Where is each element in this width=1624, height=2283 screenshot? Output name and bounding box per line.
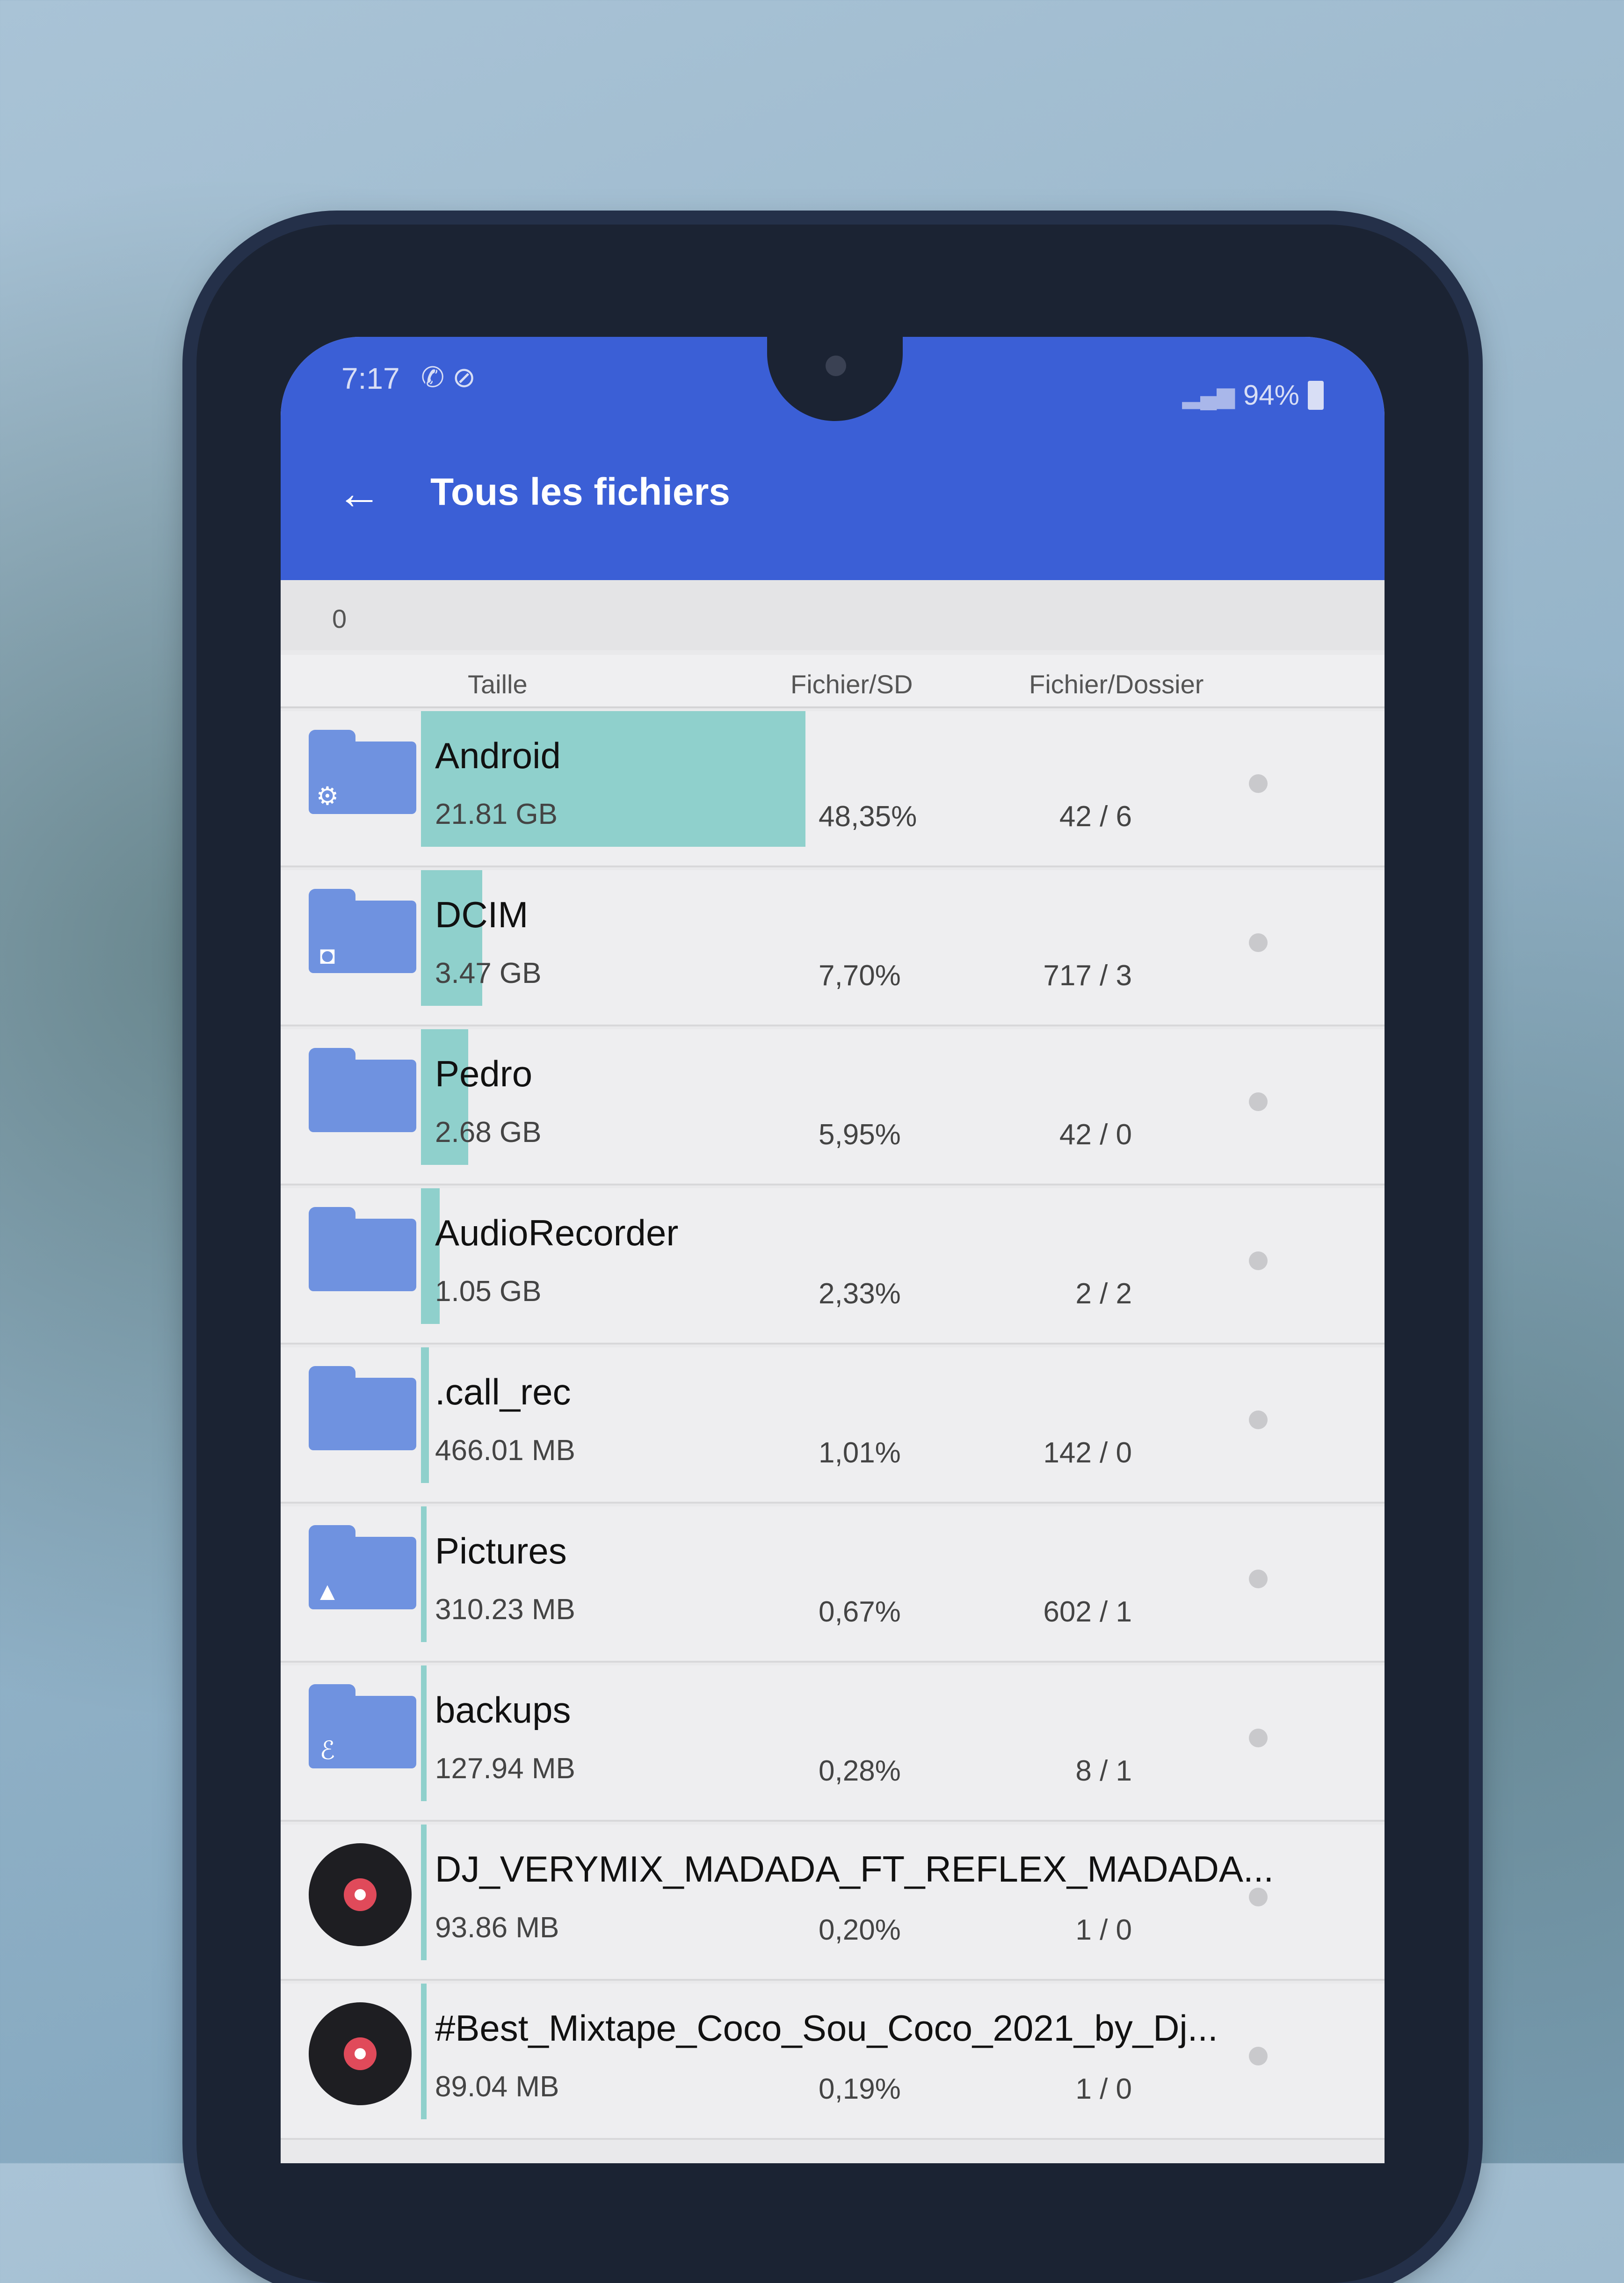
folder-image-icon: ▲ — [309, 1525, 416, 1609]
select-checkbox[interactable] — [1249, 1888, 1268, 1906]
battery-icon — [1308, 380, 1324, 410]
file-name: backups — [435, 1689, 571, 1730]
column-header: Taille Fichier/SD Fichier/Dossier — [281, 655, 1385, 708]
file-row[interactable]: #Best_Mixtape_Coco_Sou_Coco_2021_by_Dj..… — [281, 1984, 1385, 2140]
phone-screen: 7:17 ✆ ⊘ ▂▄▆ 94% ← Tous les fichiers 0 T… — [281, 337, 1385, 2163]
file-name: #Best_Mixtape_Coco_Sou_Coco_2021_by_Dj..… — [435, 2007, 1218, 2049]
battery-percent: 94% — [1243, 379, 1299, 411]
select-checkbox[interactable] — [1249, 1092, 1268, 1111]
file-percent: 1,01% — [819, 1437, 901, 1469]
folder-icon — [309, 1048, 416, 1132]
file-percent: 7,70% — [819, 960, 901, 992]
file-row[interactable]: ◘ DCIM 3.47 GB 7,70% 717 / 3 — [281, 870, 1385, 1026]
status-time: 7:17 — [341, 362, 400, 395]
file-percent: 0,20% — [819, 1914, 901, 1946]
file-count: 142 / 0 — [1043, 1437, 1132, 1469]
file-row[interactable]: ℰbackups 127.94 MB 0,28% 8 / 1 — [281, 1665, 1385, 1822]
usage-bar — [421, 1506, 427, 1642]
file-count: 717 / 3 — [1043, 960, 1132, 992]
usage-bar — [421, 1984, 427, 2119]
file-percent: 0,28% — [819, 1755, 901, 1787]
folder-icon — [309, 1207, 416, 1291]
file-count: 42 / 6 — [1059, 800, 1132, 833]
whatsapp-icon: ✆ — [421, 362, 445, 393]
file-size: 127.94 MB — [435, 1752, 575, 1785]
file-size: 466.01 MB — [435, 1434, 575, 1467]
file-size: 21.81 GB — [435, 798, 558, 830]
back-arrow-icon[interactable]: ← — [337, 468, 382, 519]
file-count: 42 / 0 — [1059, 1119, 1132, 1151]
file-row[interactable]: ▲ Pictures 310.23 MB 0,67% 602 / 1 — [281, 1506, 1385, 1663]
column-size[interactable]: Taille — [468, 669, 528, 699]
file-row[interactable]: DJ_VERYMIX_MADADA_FT_REFLEX_MADADA... 93.… — [281, 1825, 1385, 1981]
file-size: 310.23 MB — [435, 1593, 575, 1626]
usage-bar — [421, 1665, 427, 1801]
select-checkbox[interactable] — [1249, 774, 1268, 793]
file-name: AudioRecorder — [435, 1212, 679, 1253]
folder-settings-icon: ⚙ — [309, 730, 416, 814]
notification-icons: ✆ ⊘ — [421, 361, 476, 394]
breadcrumb[interactable]: 0 — [281, 580, 1385, 650]
file-percent: 0,67% — [819, 1596, 901, 1628]
column-file-sd[interactable]: Fichier/SD — [790, 669, 913, 699]
file-percent: 2,33% — [819, 1278, 901, 1310]
file-count: 8 / 1 — [1075, 1755, 1132, 1787]
file-row[interactable]: Pedro 2.68 GB 5,95% 42 / 0 — [281, 1029, 1385, 1185]
file-size: 2.68 GB — [435, 1116, 542, 1149]
select-checkbox[interactable] — [1249, 1251, 1268, 1270]
select-checkbox[interactable] — [1249, 1729, 1268, 1747]
folder-icon — [309, 1366, 416, 1450]
column-file-folder[interactable]: Fichier/Dossier — [1029, 669, 1204, 699]
file-percent: 48,35% — [819, 800, 917, 833]
file-size: 3.47 GB — [435, 957, 542, 989]
file-row[interactable]: .call_rec 466.01 MB 1,01% 142 / 0 — [281, 1347, 1385, 1504]
usage-bar — [421, 1347, 429, 1483]
file-name: Pictures — [435, 1530, 567, 1571]
folder-es-icon: ℰ — [309, 1684, 416, 1768]
file-count: 602 / 1 — [1043, 1596, 1132, 1628]
select-checkbox[interactable] — [1249, 933, 1268, 952]
file-count: 2 / 2 — [1075, 1278, 1132, 1310]
file-name: DJ_VERYMIX_MADADA_FT_REFLEX_MADADA... — [435, 1848, 1274, 1890]
file-count: 1 / 0 — [1075, 2073, 1132, 2105]
file-row[interactable]: ⚙ Android 21.81 GB 48,35% 42 / 6 — [281, 711, 1385, 867]
file-size: 93.86 MB — [435, 1912, 559, 1944]
file-percent: 0,19% — [819, 2073, 901, 2105]
file-percent: 5,95% — [819, 1119, 901, 1151]
music-disc-icon — [309, 1843, 412, 1946]
file-name: Android — [435, 735, 561, 776]
select-checkbox[interactable] — [1249, 1411, 1268, 1429]
file-size: 89.04 MB — [435, 2071, 559, 2103]
status-right: ▂▄▆ 94% — [1182, 379, 1324, 411]
no-sim-icon: ⊘ — [452, 362, 476, 393]
select-checkbox[interactable] — [1249, 2047, 1268, 2065]
signal-icon: ▂▄▆ — [1182, 382, 1235, 408]
music-disc-icon — [309, 2002, 412, 2105]
front-camera — [826, 356, 846, 376]
breadcrumb-item[interactable]: 0 — [332, 603, 347, 634]
file-size: 1.05 GB — [435, 1275, 542, 1308]
file-name: Pedro — [435, 1053, 533, 1094]
usage-bar — [421, 1825, 427, 1960]
file-name: .call_rec — [435, 1371, 571, 1412]
file-count: 1 / 0 — [1075, 1914, 1132, 1946]
folder-camera-icon: ◘ — [309, 889, 416, 973]
file-row[interactable]: AudioRecorder 1.05 GB 2,33% 2 / 2 — [281, 1188, 1385, 1345]
page-title: Tous les fichiers — [430, 471, 731, 513]
file-name: DCIM — [435, 894, 529, 935]
select-checkbox[interactable] — [1249, 1570, 1268, 1588]
